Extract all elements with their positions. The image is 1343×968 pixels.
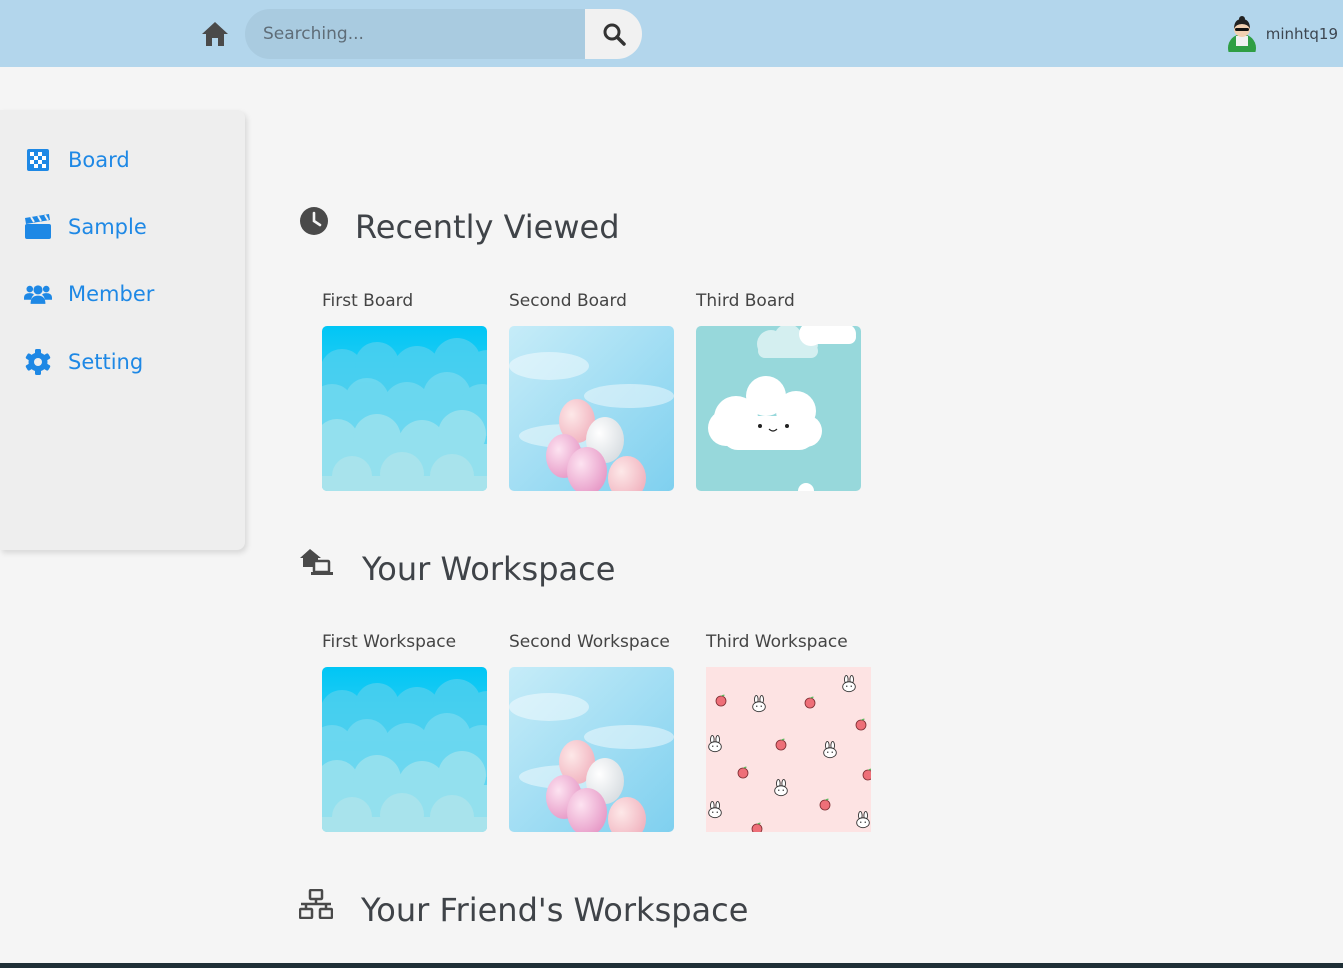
board-icon: [24, 146, 52, 174]
board-thumbnail[interactable]: [509, 326, 674, 491]
sidebar-item-board[interactable]: Board: [24, 142, 130, 178]
username: minhtq19: [1265, 25, 1338, 43]
card-label: Third Workspace: [706, 632, 848, 652]
workspace-thumbnail[interactable]: [509, 667, 674, 832]
gear-icon: [24, 348, 52, 376]
search-button[interactable]: [585, 9, 642, 59]
sidebar-item-member[interactable]: Member: [24, 276, 154, 312]
search-bar: [245, 9, 642, 59]
sidebar-item-label: Board: [68, 148, 130, 172]
card-label: First Workspace: [322, 632, 457, 652]
section-title: Your Workspace: [362, 550, 616, 588]
sidebar: Board Sample Member Setting: [0, 110, 245, 550]
search-input[interactable]: [245, 9, 585, 59]
user-menu[interactable]: minhtq19: [1226, 14, 1338, 54]
network-icon: [299, 889, 333, 919]
avatar: [1227, 16, 1256, 52]
recently-viewed-heading: Recently Viewed: [299, 207, 620, 246]
workspace-thumbnail[interactable]: [322, 667, 487, 832]
card-label: Third Board: [696, 291, 795, 311]
clapperboard-icon: [24, 213, 52, 241]
your-workspace-heading: Your Workspace: [299, 549, 616, 588]
top-navbar: minhtq19: [0, 0, 1343, 67]
board-thumbnail[interactable]: [696, 326, 861, 491]
workspace-thumbnail[interactable]: [706, 667, 871, 832]
clock-icon: [300, 207, 328, 235]
card-label: Second Workspace: [509, 632, 670, 652]
sidebar-item-label: Sample: [68, 215, 147, 239]
sidebar-item-setting[interactable]: Setting: [24, 344, 143, 380]
sidebar-item-label: Member: [68, 282, 155, 306]
search-icon: [603, 23, 626, 46]
window-bottom-edge: [0, 963, 1343, 968]
home-button[interactable]: [199, 19, 231, 49]
users-icon: [24, 280, 52, 308]
sidebar-item-label: Setting: [68, 350, 144, 374]
card-label: First Board: [322, 291, 414, 311]
board-thumbnail[interactable]: [322, 326, 487, 491]
section-title: Recently Viewed: [355, 208, 620, 246]
card-label: Second Board: [509, 291, 627, 311]
section-title: Your Friend's Workspace: [361, 891, 749, 929]
home-icon: [202, 22, 228, 46]
friends-workspace-heading: Your Friend's Workspace: [299, 889, 749, 929]
sidebar-item-sample[interactable]: Sample: [24, 209, 147, 245]
house-laptop-icon: [300, 549, 333, 575]
